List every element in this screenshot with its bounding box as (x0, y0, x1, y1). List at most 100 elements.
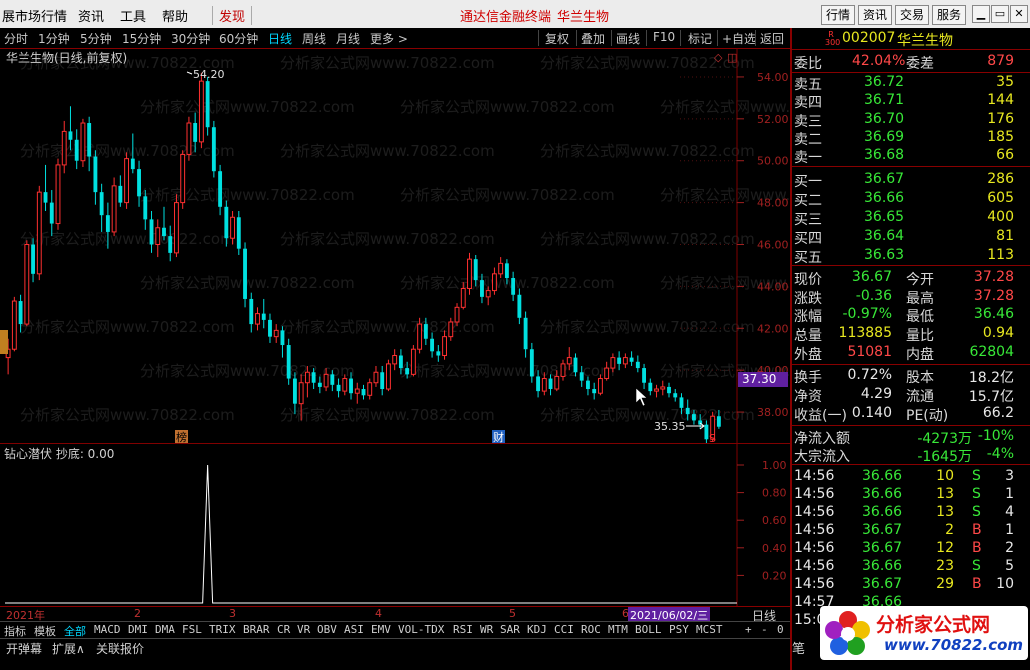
stat-row: 外盘 51081 内盘 62804 (792, 343, 1022, 363)
menu-market[interactable]: 展市场行情 (2, 6, 67, 25)
ask-row: 卖一 36.68 66 (792, 147, 1022, 166)
action-mark[interactable]: 标记 (688, 30, 712, 47)
tick-volume: 13 (936, 504, 954, 520)
fund-value: 0.140 (851, 405, 892, 421)
tab-cr[interactable]: CR (277, 623, 290, 636)
candle-body (480, 280, 484, 297)
zoom-button-2[interactable]: 0 (777, 623, 784, 636)
tab-vol-tdx[interactable]: VOL-TDX (398, 623, 444, 636)
bid-price: 36.65 (864, 209, 905, 225)
menu-tools[interactable]: 工具 (120, 6, 146, 25)
expand-handle[interactable] (0, 330, 8, 354)
candle-body (392, 355, 398, 365)
btn-service[interactable]: 服务 (932, 5, 967, 25)
tab-boll[interactable]: BOLL (635, 623, 662, 636)
action-fuquan[interactable]: 复权 (545, 30, 569, 47)
kline-chart[interactable]: 分析家公式网www.70822.com 分析家公式网www.70822.com 分析… (0, 48, 790, 443)
btn-quote[interactable]: 行情 (821, 5, 856, 25)
candle-body (249, 298, 254, 325)
btn-trade[interactable]: 交易 (895, 5, 930, 25)
period-month[interactable]: 月线 (336, 30, 360, 47)
tick-tab[interactable]: 笔 (792, 638, 818, 657)
action-add-watchlist[interactable]: +自选 (722, 30, 756, 47)
period-60min[interactable]: 60分钟 (219, 30, 258, 47)
zoom-button-1[interactable]: - (761, 623, 768, 636)
period-toolbar: 分时 1分钟 5分钟 15分钟 30分钟 60分钟 日线 周线 月线 更多 > … (0, 28, 790, 49)
bid-price: 36.64 (864, 228, 905, 244)
extra-tabs: 开弹幕 扩展∧ 关联报价 (0, 638, 790, 656)
period-1min[interactable]: 1分钟 (38, 30, 70, 47)
current-price-label: 37.30 (742, 372, 776, 386)
tab-brar[interactable]: BRAR (243, 623, 270, 636)
watermark-text: 分析家公式网www.70822.com (540, 406, 755, 424)
period-more[interactable]: 更多 > (370, 30, 408, 47)
tab-模板[interactable]: 模板 (34, 623, 56, 639)
candle-body (485, 290, 491, 298)
tab-psy[interactable]: PSY (669, 623, 689, 636)
period-fenshi[interactable]: 分时 (4, 30, 28, 47)
bid-label: 买三 (794, 212, 822, 228)
menu-news[interactable]: 资讯 (78, 6, 104, 25)
menu-discover[interactable]: 发现 (212, 6, 253, 25)
close-icon[interactable]: ✕ (1010, 5, 1028, 23)
tick-price: 36.67 (862, 540, 903, 556)
indicator-chart[interactable]: 1.00 0.80 0.60 0.40 0.20 钻心潜伏 抄底: 0.00 (0, 443, 790, 606)
tab-expand[interactable]: 扩展∧ (52, 640, 85, 657)
period-5min[interactable]: 5分钟 (80, 30, 112, 47)
diamond-icon[interactable]: ◇ (714, 51, 723, 64)
tab-rsi[interactable]: RSI (453, 623, 473, 636)
candle-body (255, 313, 260, 325)
tab-cci[interactable]: CCI (554, 623, 574, 636)
tab-mcst[interactable]: MCST (696, 623, 723, 636)
action-overlay[interactable]: 叠加 (581, 30, 605, 47)
period-day[interactable]: 日线 (268, 30, 292, 47)
ask-price: 36.71 (864, 92, 905, 109)
tab-vr[interactable]: VR (297, 623, 310, 636)
stat-value: 62804 (969, 343, 1014, 360)
candle-body (342, 378, 348, 392)
tab-macd[interactable]: MACD (94, 623, 121, 636)
tab-kdj[interactable]: KDJ (527, 623, 547, 636)
period-15min[interactable]: 15分钟 (122, 30, 161, 47)
flow-pct: -4% (986, 446, 1014, 462)
stat-row: 涨幅 -0.97% 最低 36.46 (792, 306, 1022, 325)
action-draw[interactable]: 画线 (616, 30, 640, 47)
action-f10[interactable]: F10 (653, 30, 675, 44)
candle-body (448, 321, 454, 338)
tab-emv[interactable]: EMV (371, 623, 391, 636)
candle-body (137, 169, 141, 197)
tab-sar[interactable]: SAR (500, 623, 520, 636)
tab-dmi[interactable]: DMI (128, 623, 148, 636)
tab-roc[interactable]: ROC (581, 623, 601, 636)
tick-price: 36.66 (862, 486, 903, 502)
tab-dma[interactable]: DMA (155, 623, 175, 636)
tab-全部[interactable]: 全部 (64, 623, 86, 639)
tab-trix[interactable]: TRIX (209, 623, 236, 636)
candle-body (635, 361, 640, 369)
tab-asi[interactable]: ASI (344, 623, 364, 636)
tab-wr[interactable]: WR (480, 623, 493, 636)
window-toggle-icon[interactable]: ◫ (727, 51, 737, 64)
tab-obv[interactable]: OBV (317, 623, 337, 636)
restore-icon[interactable]: ▭ (991, 5, 1009, 23)
period-week[interactable]: 周线 (302, 30, 326, 47)
tab-fsl[interactable]: FSL (182, 623, 202, 636)
tab-danmaku[interactable]: 开弹幕 (6, 640, 42, 657)
s-tag[interactable]: S (709, 432, 716, 443)
candle-body (673, 393, 678, 398)
tab-指标[interactable]: 指标 (4, 623, 26, 639)
minimize-icon[interactable]: ▁ (972, 5, 990, 23)
period-30min[interactable]: 30分钟 (171, 30, 210, 47)
candle-body (162, 227, 166, 237)
action-back[interactable]: 返回 (760, 30, 784, 47)
candle-body (149, 219, 154, 245)
weibi-row: 委比 42.04% 委差 879 (792, 53, 1022, 72)
logo-box: 分析家公式网 www.70822.com (820, 606, 1028, 660)
zoom-button-0[interactable]: + (745, 623, 752, 636)
btn-info[interactable]: 资讯 (858, 5, 893, 25)
tab-mtm[interactable]: MTM (608, 623, 628, 636)
candle-body (118, 185, 123, 203)
menu-help[interactable]: 帮助 (162, 6, 188, 25)
tab-related-quote[interactable]: 关联报价 (96, 640, 144, 657)
candle-body (423, 324, 428, 339)
